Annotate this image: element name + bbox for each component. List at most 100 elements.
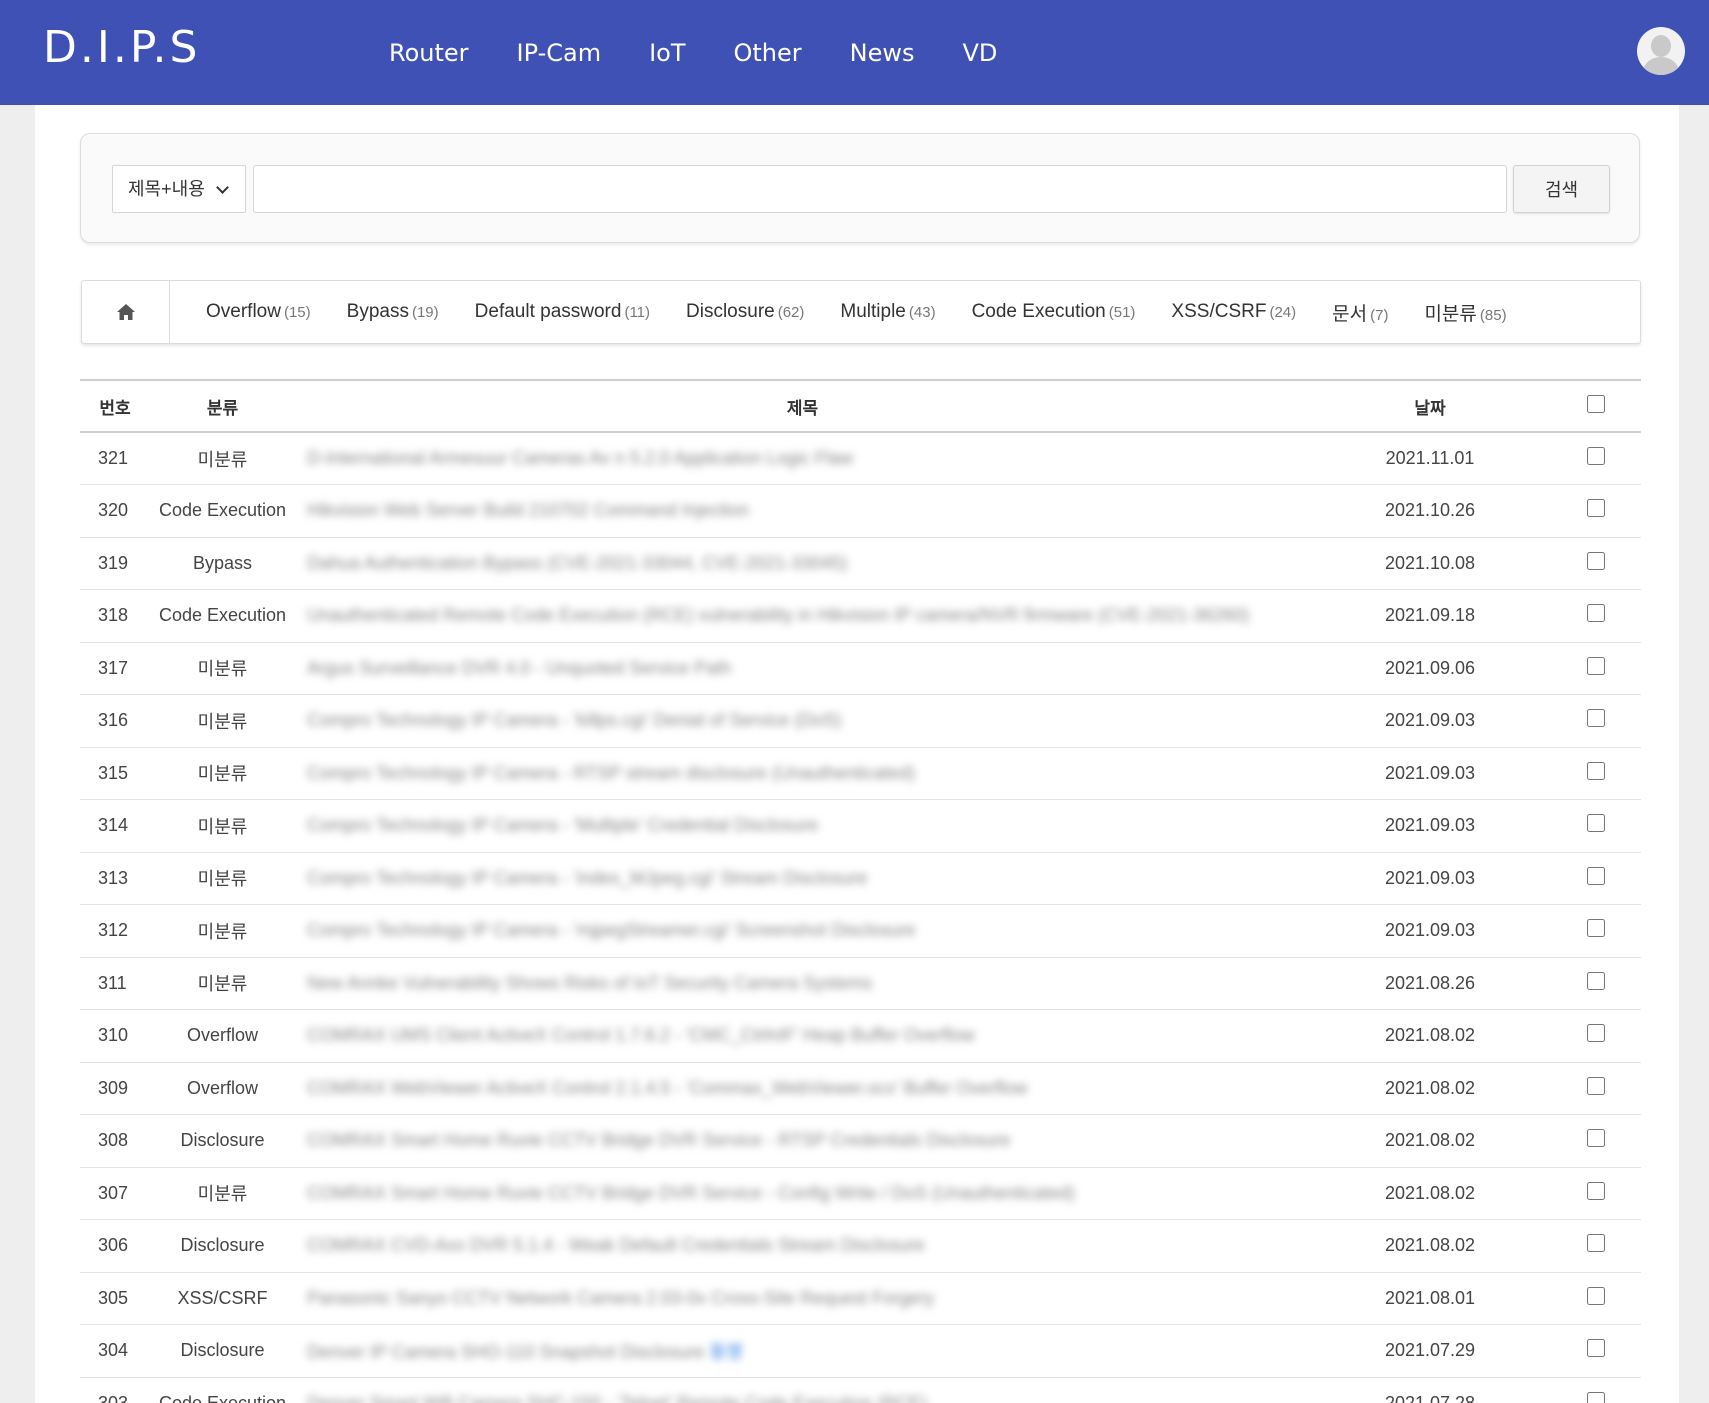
nav-vd[interactable]: VD bbox=[963, 39, 998, 67]
table-row[interactable]: 314 미분류 Compro Technology IP Camera - 'Mul… bbox=[80, 799, 1641, 853]
category-bypass[interactable]: Bypass (19) bbox=[347, 301, 439, 323]
row-number: 314 bbox=[80, 799, 150, 853]
row-select-cell bbox=[1550, 1272, 1641, 1325]
row-date: 2021.09.03 bbox=[1310, 694, 1550, 748]
table-row[interactable]: 304 Disclosure Denver IP Camera SHO-110 Sn… bbox=[80, 1324, 1641, 1378]
row-checkbox[interactable] bbox=[1586, 1286, 1605, 1305]
row-checkbox[interactable] bbox=[1586, 1129, 1605, 1148]
row-title-link[interactable]: Compro Technology IP Camera - 'mjpegStre… bbox=[307, 920, 1310, 941]
category-bar: Overflow (15) Bypass (19) Default password… bbox=[81, 280, 1641, 344]
table-row[interactable]: 307 미분류 COMRAX Smart Home Ruvie CCTV Bridg… bbox=[80, 1167, 1641, 1220]
header-date: 날짜 bbox=[1310, 380, 1550, 432]
row-title: COMRAX UMS Client ActiveX Control 1.7.6.… bbox=[307, 1025, 975, 1046]
row-title-link[interactable]: COMRAX UMS Client ActiveX Control 1.7.6.… bbox=[307, 1025, 1310, 1046]
row-number: 304 bbox=[80, 1324, 150, 1378]
nav-news[interactable]: News bbox=[850, 39, 915, 67]
row-checkbox[interactable] bbox=[1586, 971, 1605, 990]
search-input[interactable] bbox=[253, 165, 1507, 213]
row-checkbox[interactable] bbox=[1586, 919, 1605, 938]
row-checkbox[interactable] bbox=[1586, 866, 1605, 885]
row-checkbox[interactable] bbox=[1586, 1391, 1605, 1403]
home-button[interactable] bbox=[82, 281, 170, 343]
row-title-link[interactable]: Panasonic Sanyo CCTV Network Camera 2.03… bbox=[307, 1288, 1310, 1309]
table-row[interactable]: 305 XSS/CSRF Panasonic Sanyo CCTV Network … bbox=[80, 1272, 1641, 1325]
table-row[interactable]: 312 미분류 Compro Technology IP Camera - 'mjp… bbox=[80, 904, 1641, 958]
row-title-link[interactable]: Denver IP Camera SHO-110 Snapshot Disclo… bbox=[307, 1338, 1310, 1364]
category-multiple[interactable]: Multiple (43) bbox=[840, 301, 935, 323]
row-title-link[interactable]: Compro Technology IP Camera - 'Multiple'… bbox=[307, 815, 1310, 836]
nav-router[interactable]: Router bbox=[389, 39, 469, 67]
search-button[interactable]: 검색 bbox=[1513, 165, 1610, 213]
category-default-password[interactable]: Default password (11) bbox=[475, 301, 650, 323]
search-scope-select[interactable]: 제목+내용 bbox=[112, 165, 246, 213]
row-checkbox[interactable] bbox=[1586, 1339, 1605, 1358]
row-date: 2021.10.26 bbox=[1310, 484, 1550, 538]
table-row[interactable]: 315 미분류 Compro Technology IP Camera - RTSP… bbox=[80, 747, 1641, 800]
site-logo[interactable]: D.I.P.S bbox=[43, 22, 200, 73]
category-disclosure[interactable]: Disclosure (62) bbox=[686, 301, 804, 323]
nav-ip-cam[interactable]: IP-Cam bbox=[517, 39, 602, 67]
row-title-link[interactable]: Unauthenticated Remote Code Execution (R… bbox=[307, 605, 1310, 626]
category-label: Overflow bbox=[206, 301, 281, 322]
row-title-link[interactable]: Argus Surveillance DVR 4.0 - Unquoted Se… bbox=[307, 658, 1310, 679]
nav-other[interactable]: Other bbox=[734, 39, 802, 67]
row-number: 313 bbox=[80, 852, 150, 905]
avatar-body-shape bbox=[1643, 57, 1679, 75]
row-checkbox[interactable] bbox=[1586, 447, 1605, 465]
row-title-link[interactable]: Hikvision Web Server Build 210702 Comman… bbox=[307, 500, 1310, 521]
row-title: D-International Armesuur Cameras Av n 5.… bbox=[307, 448, 853, 468]
table-row[interactable]: 318 Code Execution Unauthenticated Remote … bbox=[80, 589, 1641, 643]
row-number: 309 bbox=[80, 1062, 150, 1115]
row-title-link[interactable]: Dahua Authentication Bypass (CVE-2021-33… bbox=[307, 553, 1310, 574]
row-title-link[interactable]: Compro Technology IP Camera - RTSP strea… bbox=[307, 763, 1310, 784]
row-title-link[interactable]: Compro Technology IP Camera - 'index_MJp… bbox=[307, 868, 1310, 889]
table-row[interactable]: 309 Overflow COMRAX WebViewer ActiveX Cont… bbox=[80, 1062, 1641, 1115]
row-checkbox[interactable] bbox=[1586, 1024, 1605, 1043]
table-row[interactable]: 316 미분류 Compro Technology IP Camera - 'kil… bbox=[80, 694, 1641, 748]
row-title-link[interactable]: COMRAX WebViewer ActiveX Control 2.1.4.5… bbox=[307, 1078, 1310, 1099]
row-checkbox[interactable] bbox=[1586, 1076, 1605, 1095]
row-checkbox[interactable] bbox=[1586, 656, 1605, 675]
row-title-link[interactable]: D-International Armesuur Cameras Av n 5.… bbox=[307, 448, 1310, 469]
row-checkbox[interactable] bbox=[1586, 1234, 1605, 1253]
row-checkbox[interactable] bbox=[1586, 551, 1605, 570]
row-title-link[interactable]: COMRAX Smart Home Ruvie CCTV Bridge DVR … bbox=[307, 1183, 1310, 1204]
row-checkbox[interactable] bbox=[1586, 761, 1605, 780]
category-code-execution[interactable]: Code Execution (51) bbox=[972, 301, 1136, 323]
row-title-link[interactable]: New Annke Vulnerability Shows Risks of I… bbox=[307, 973, 1310, 994]
category-overflow[interactable]: Overflow (15) bbox=[206, 301, 311, 323]
row-category: Overflow bbox=[150, 1009, 295, 1063]
row-category: Code Execution bbox=[150, 484, 295, 538]
table-row[interactable]: 310 Overflow COMRAX UMS Client ActiveX Con… bbox=[80, 1009, 1641, 1063]
row-checkbox[interactable] bbox=[1586, 1181, 1605, 1200]
category-uncategorized[interactable]: 미분류 (85) bbox=[1424, 299, 1506, 326]
row-number: 307 bbox=[80, 1167, 150, 1220]
row-select-cell bbox=[1550, 537, 1641, 590]
row-checkbox[interactable] bbox=[1586, 604, 1605, 623]
select-all-checkbox[interactable] bbox=[1586, 394, 1605, 413]
table-row[interactable]: 319 Bypass Dahua Authentication Bypass (CV… bbox=[80, 537, 1641, 590]
table-row[interactable]: 311 미분류 New Annke Vulnerability Shows Risk… bbox=[80, 957, 1641, 1010]
row-title-link[interactable]: COMRAX CVD-Axx DVR 5.1.4 - Weak Default … bbox=[307, 1235, 1310, 1256]
user-avatar[interactable] bbox=[1637, 27, 1685, 75]
category-xss-csrf[interactable]: XSS/CSRF (24) bbox=[1171, 301, 1296, 323]
row-date: 2021.09.18 bbox=[1310, 589, 1550, 643]
row-title-link[interactable]: COMRAX Smart Home Ruvie CCTV Bridge DVR … bbox=[307, 1130, 1310, 1151]
row-category: 미분류 bbox=[150, 642, 295, 695]
table-row[interactable]: 308 Disclosure COMRAX Smart Home Ruvie CCT… bbox=[80, 1114, 1641, 1168]
table-row[interactable]: 313 미분류 Compro Technology IP Camera - 'ind… bbox=[80, 852, 1641, 905]
row-checkbox[interactable] bbox=[1586, 499, 1605, 518]
table-row[interactable]: 303 Code Execution Denver Smart Wifi Camer… bbox=[80, 1377, 1641, 1403]
table-row[interactable]: 306 Disclosure COMRAX CVD-Axx DVR 5.1.4 - … bbox=[80, 1219, 1641, 1273]
row-title-link[interactable]: Compro Technology IP Camera - 'killps.cg… bbox=[307, 710, 1310, 731]
row-title-link[interactable]: Denver Smart Wifi Camera SHC-150 - 'Teln… bbox=[307, 1393, 1310, 1403]
nav-iot[interactable]: IoT bbox=[649, 39, 685, 67]
category-count: (11) bbox=[624, 304, 651, 321]
table-row[interactable]: 321 미분류 D-International Armesuur Cameras A… bbox=[80, 432, 1641, 485]
row-number: 316 bbox=[80, 694, 150, 748]
table-row[interactable]: 320 Code Execution Hikvision Web Server Bu… bbox=[80, 484, 1641, 538]
row-checkbox[interactable] bbox=[1586, 814, 1605, 833]
row-checkbox[interactable] bbox=[1586, 709, 1605, 728]
table-row[interactable]: 317 미분류 Argus Surveillance DVR 4.0 - Unquo… bbox=[80, 642, 1641, 695]
category-documents[interactable]: 문서 (7) bbox=[1332, 299, 1388, 326]
